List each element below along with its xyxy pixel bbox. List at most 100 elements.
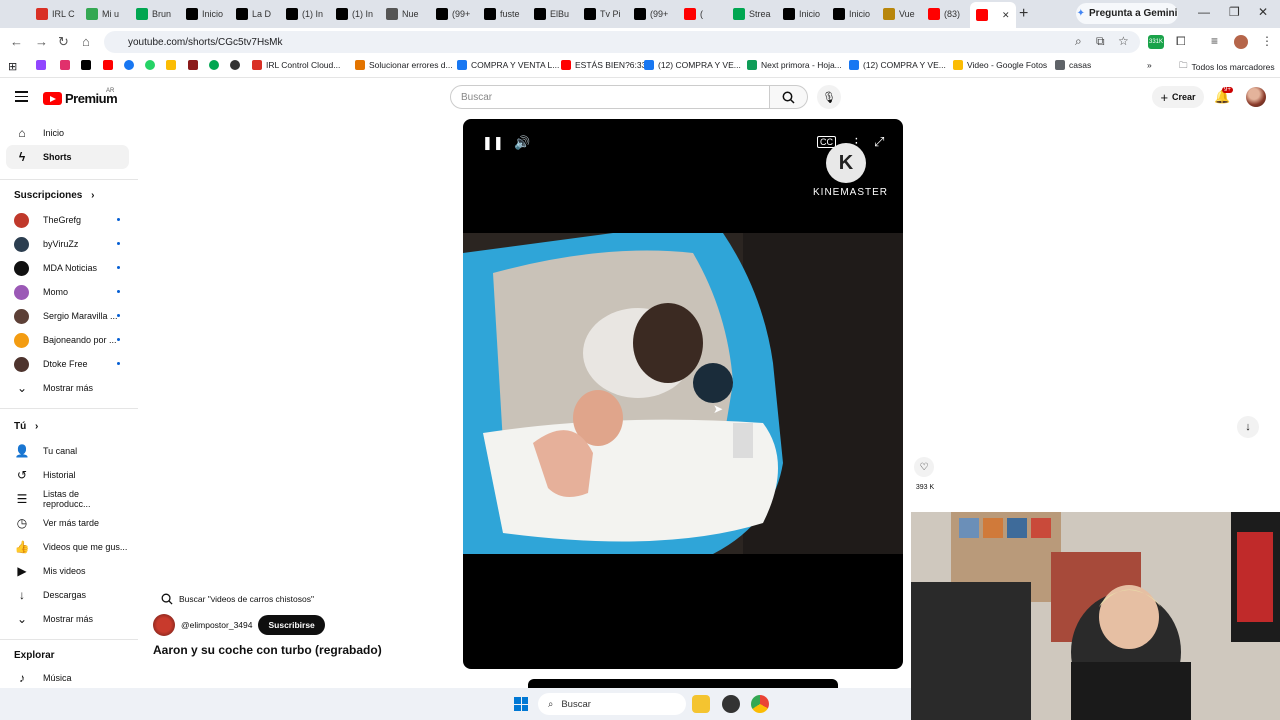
gemini-button[interactable]: ✦ Pregunta a Gemini xyxy=(1076,3,1178,24)
app-icon[interactable] xyxy=(722,695,740,713)
like-button[interactable]: ♡ xyxy=(914,457,934,477)
bookmark-favicon-icon xyxy=(355,60,365,70)
sidebar-show-more[interactable]: ⌄ Mostrar más xyxy=(6,376,129,400)
bookmark-item[interactable]: casas xyxy=(1055,60,1091,70)
channel-name[interactable]: @elimpostor_3494 xyxy=(181,620,252,630)
browser-tab[interactable]: ✕ xyxy=(970,2,1016,28)
chevron-right-icon: › xyxy=(35,421,39,432)
browser-tab[interactable]: (83) xyxy=(922,4,970,24)
sidebar-you-item[interactable]: ◷ Ver más tarde xyxy=(6,511,129,535)
subscriptions-heading[interactable]: Suscripciones › xyxy=(14,190,94,201)
create-button[interactable]: + Crear xyxy=(1152,86,1204,108)
home-browser-icon[interactable]: ⌂ xyxy=(82,34,90,49)
bookmark-item[interactable]: (12) COMPRA Y VE... xyxy=(644,60,741,70)
browser-tab[interactable]: Tv Pi xyxy=(578,4,626,24)
sidebar-you-item[interactable]: ↺ Historial xyxy=(6,463,129,487)
browser-tab[interactable]: Nue xyxy=(380,4,428,24)
shorts-player[interactable]: ❚❚ 🔊 CC ⋮ ⤢ K KINEMASTER ➤ xyxy=(463,119,903,669)
taskbar-search[interactable]: ⌕ Buscar xyxy=(538,693,686,715)
channel-avatar xyxy=(14,260,29,276)
browser-tab[interactable]: (99+ xyxy=(628,4,676,24)
sidebar-subscription[interactable]: Sergio Maravilla ... xyxy=(6,304,129,328)
browser-tab[interactable]: Mi u xyxy=(80,4,128,24)
all-bookmarks[interactable]: 🗀 Todos los marcadores xyxy=(1179,60,1275,74)
you-heading[interactable]: Tú › xyxy=(14,421,38,432)
browser-tab[interactable]: Inicio xyxy=(777,4,825,24)
browser-tab[interactable]: ( xyxy=(678,4,726,24)
browser-tab[interactable]: fuste xyxy=(478,4,526,24)
home-icon: ⌂ xyxy=(18,126,26,140)
browser-tab[interactable]: Vue xyxy=(877,4,925,24)
search-input[interactable]: Buscar xyxy=(450,85,770,109)
maximize-button[interactable]: ❐ xyxy=(1229,5,1240,19)
sidebar-subscription[interactable]: Dtoke Free xyxy=(6,352,129,376)
bookmark-item[interactable]: Video - Google Fotos xyxy=(953,60,1047,70)
bookmark-item[interactable]: ESTÁS BIEN?6:33 xyxy=(561,60,646,70)
install-icon[interactable]: ⧉ xyxy=(1096,34,1105,49)
address-bar[interactable]: youtube.com/shorts/CGc5tv7HsMk xyxy=(104,31,1140,53)
browser-tab[interactable]: IRL C xyxy=(30,4,78,24)
bookmark-star-icon[interactable]: ☆ xyxy=(1118,34,1129,48)
sidebar-item-shorts[interactable]: ϟ Shorts xyxy=(6,145,129,169)
bookmark-favicon-icon xyxy=(252,60,262,70)
browser-tab[interactable]: (1) In xyxy=(330,4,378,24)
subscribe-button[interactable]: Suscribirse xyxy=(258,615,325,635)
next-short-button[interactable]: ↓ xyxy=(1237,416,1259,438)
browser-tab[interactable]: Inicio xyxy=(180,4,228,24)
forward-icon[interactable]: → xyxy=(35,34,48,49)
new-tab-button[interactable]: + xyxy=(1019,5,1028,23)
zoom-icon[interactable]: ⌕ xyxy=(1075,34,1082,49)
search-button[interactable] xyxy=(770,85,808,109)
menu-icon[interactable]: ⋮ xyxy=(1261,34,1273,48)
plus-icon: + xyxy=(1160,89,1169,105)
browser-tab[interactable]: La D xyxy=(230,4,278,24)
sidebar-you-item[interactable]: ☰ Listas de reproducc... xyxy=(6,487,129,511)
sidebar-subscription[interactable]: Bajoneando por ... xyxy=(6,328,129,352)
bookmark-item[interactable]: IRL Control Cloud... xyxy=(252,60,340,70)
sidebar-show-more-2[interactable]: ⌄ Mostrar más xyxy=(6,607,129,631)
sidebar-you-item[interactable]: 👍 Videos que me gus... xyxy=(6,535,129,559)
sidebar-item-inicio[interactable]: ⌂ Inicio xyxy=(6,121,129,145)
extension-badge[interactable]: 331K xyxy=(1148,35,1164,49)
hamburger-menu-icon[interactable] xyxy=(15,91,28,102)
close-window-button[interactable]: ✕ xyxy=(1258,5,1268,19)
bookmark-item[interactable]: COMPRA Y VENTA L... xyxy=(457,60,559,70)
browser-tab[interactable]: (1) In xyxy=(280,4,328,24)
browser-tab[interactable]: Brun xyxy=(130,4,178,24)
sidebar-subscription[interactable]: MDA Noticias xyxy=(6,256,129,280)
video-title[interactable]: Aaron y su coche con turbo (regrabado) xyxy=(153,643,382,657)
sidebar-you-item[interactable]: 👤 Tu canal xyxy=(6,439,129,463)
browser-tab[interactable]: Inicio xyxy=(827,4,875,24)
sidebar-item-musica[interactable]: ♪ Música xyxy=(6,666,129,690)
reload-icon[interactable]: ↻ xyxy=(58,34,69,50)
close-tab-icon[interactable]: ✕ xyxy=(1002,10,1010,21)
windows-start-icon[interactable] xyxy=(514,697,528,711)
browser-tab[interactable]: Strea xyxy=(727,4,775,24)
file-explorer-icon[interactable] xyxy=(692,695,710,713)
pause-icon[interactable]: ❚❚ xyxy=(482,135,504,151)
chrome-icon[interactable] xyxy=(751,695,769,713)
sidebar-you-item[interactable]: ↓ Descargas xyxy=(6,583,129,607)
sidebar-subscription[interactable]: byViruZz xyxy=(6,232,129,256)
extensions-icon[interactable]: ⧠ xyxy=(1176,34,1186,49)
browser-tab[interactable]: ElBu xyxy=(528,4,576,24)
sidebar-subscription[interactable]: TheGrefg xyxy=(6,208,129,232)
back-icon[interactable]: ← xyxy=(10,34,23,49)
profile-avatar[interactable] xyxy=(1234,35,1248,49)
tab-favicon-icon xyxy=(136,8,148,20)
search-suggestion[interactable]: Buscar "videos de carros chistosos" xyxy=(153,589,322,609)
minimize-button[interactable]: — xyxy=(1198,5,1210,19)
microphone-icon[interactable]: 🎙 xyxy=(817,85,841,109)
tab-search-icon[interactable]: ≡ xyxy=(1211,34,1218,48)
account-avatar[interactable] xyxy=(1246,87,1266,107)
more-bookmarks-icon[interactable]: » xyxy=(1147,60,1152,70)
sidebar-subscription[interactable]: Momo xyxy=(6,280,129,304)
volume-icon[interactable]: 🔊 xyxy=(514,135,530,151)
apps-icon[interactable]: ⊞ xyxy=(8,60,17,73)
sidebar-you-item[interactable]: ▶ Mis videos xyxy=(6,559,129,583)
channel-avatar[interactable] xyxy=(153,614,175,636)
bookmark-item[interactable]: (12) COMPRA Y VE... xyxy=(849,60,946,70)
bookmark-item[interactable]: Solucionar errores d... xyxy=(355,60,453,70)
browser-tab[interactable]: (99+ xyxy=(430,4,478,24)
bookmark-item[interactable]: Next primora - Hoja... xyxy=(747,60,842,70)
